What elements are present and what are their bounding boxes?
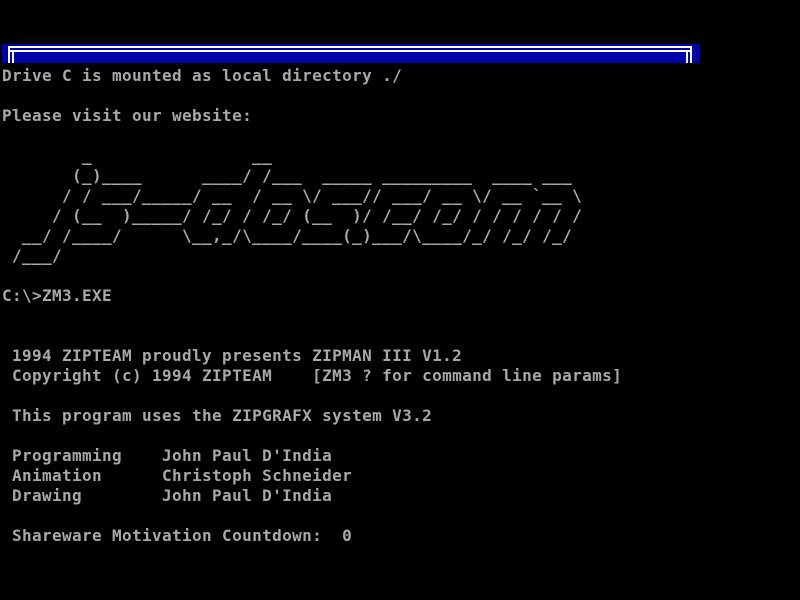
engine-info-line: This program uses the ZIPGRAFX system V3… xyxy=(2,406,432,426)
console-line-website-prompt: Please visit our website: xyxy=(2,106,252,126)
credit-line-programming: Programming John Paul D'India xyxy=(2,446,332,466)
dos-terminal-screen[interactable]: Drive C is mounted as local directory ./… xyxy=(0,0,800,600)
ascii-logo-line: / / ___/_____/ __ / __ \/ ___// ___/ __ … xyxy=(2,186,582,206)
countdown-line: Shareware Motivation Countdown: 0 xyxy=(2,526,352,546)
border-corner-left-outer xyxy=(8,46,10,63)
console-line-mount-message: Drive C is mounted as local directory ./ xyxy=(2,66,402,86)
border-corner-right-inner xyxy=(686,50,688,63)
command-prompt-line: C:\>ZM3.EXE xyxy=(2,286,112,306)
credit-line-animation: Animation Christoph Schneider xyxy=(2,466,352,486)
ascii-logo-line: __/ /____/ \__,_/\____/____(_)___/\____/… xyxy=(2,226,572,246)
border-line-horizontal-inner xyxy=(8,50,692,52)
ascii-logo-line: / (__ )_____/ /_/ / /_/ (__ )/ /__/ /_/ … xyxy=(2,206,582,226)
border-line-horizontal-outer xyxy=(8,46,692,48)
ascii-logo-line: /___/ xyxy=(2,246,62,266)
credit-line-drawing: Drawing John Paul D'India xyxy=(2,486,332,506)
ascii-logo-line: _ __ xyxy=(2,146,272,166)
ascii-logo-line: (_)____ ____/ /___ _____ _________ ____ … xyxy=(2,166,572,186)
banner-copyright-line: Copyright (c) 1994 ZIPTEAM [ZM3 ? for co… xyxy=(2,366,622,386)
border-corner-right-outer xyxy=(690,46,692,63)
banner-presents-line: 1994 ZIPTEAM proudly presents ZIPMAN III… xyxy=(2,346,462,366)
border-corner-left-inner xyxy=(12,50,14,63)
